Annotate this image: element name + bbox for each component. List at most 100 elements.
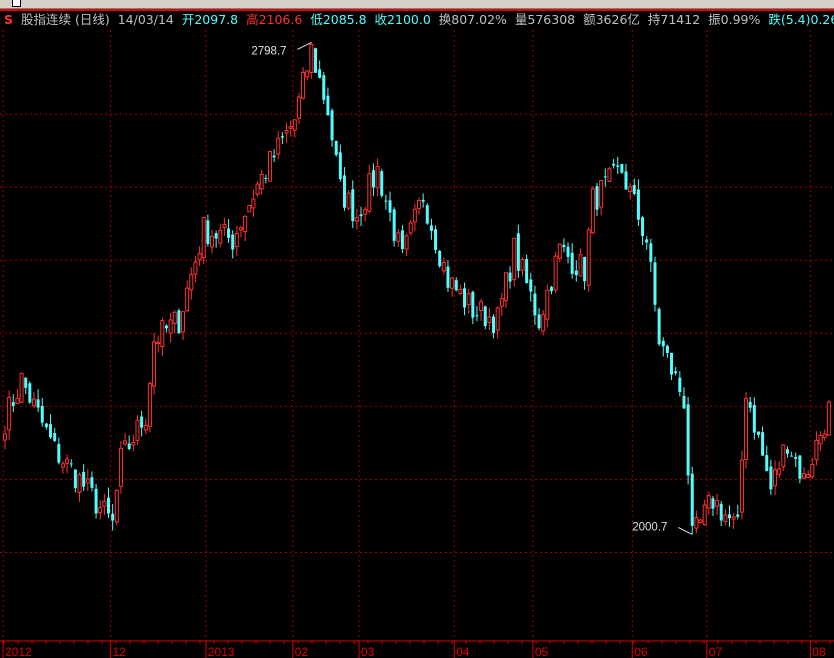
candle-up [193,261,198,275]
candle-up [60,463,65,468]
candle-up [781,444,786,468]
candle-down [686,404,690,476]
min-annotation-leader [678,527,693,535]
candle-up [412,208,417,223]
candle-up [802,473,807,479]
candle-up [777,468,782,475]
candle-down [40,405,44,423]
candle-up [520,259,525,271]
candle-up [243,215,248,232]
candle-down [49,424,53,438]
max-annotation-leader [297,41,312,50]
candle-up [118,447,123,487]
candle-up [495,307,500,331]
candle-down [711,498,715,509]
volume: 量576308 [514,12,576,27]
candle-down [318,69,322,78]
candle-down [603,176,607,178]
candle-up [123,440,128,445]
candle-up [247,204,252,213]
candle-down [475,315,479,317]
candle-up [238,227,243,231]
candle-down [769,466,773,490]
candle-up [814,439,819,461]
candle-down [529,279,533,292]
candle-down [272,155,276,158]
open-price: 开2097.8 [181,12,239,27]
candle-up [85,478,90,484]
candle-down [657,308,661,345]
candle-up [114,489,119,523]
candle-up [553,255,558,291]
candle-up [172,311,177,324]
candle-up [706,495,711,509]
candle-up [189,274,194,291]
candle-down [338,152,342,180]
candle-up [98,507,103,514]
candle-down [280,136,284,138]
candle-up [222,223,227,229]
high-price: 高2106.6 [246,12,303,27]
candle-up [806,474,811,479]
candle-up [744,398,749,461]
x-tick-label: 05 [535,645,549,658]
open-interest: 持71412 [647,12,701,27]
candle-down [421,199,425,202]
candle-up [503,272,508,302]
candle-down [756,431,760,435]
candle-down [533,293,537,316]
candlestick-chart[interactable]: 2012 12 2013 02 03 04 05 06 07 08 2798.7 2000.7 [0,30,834,658]
candle-down [111,513,115,521]
candle-down [438,251,442,267]
candle-down [69,463,73,465]
candle-up [201,217,206,259]
x-tick-label: 04 [456,645,470,658]
candle-down [674,371,678,374]
candle-up [441,261,446,272]
candle-up [143,424,148,431]
candle-up [292,119,297,131]
candle-down [11,402,15,406]
logo-icon: S [4,12,14,27]
candle-up [255,183,260,195]
candle-up [545,289,550,320]
x-tick-label: 06 [634,645,648,658]
x-tick-label: 12 [113,645,127,658]
candle-down [682,395,686,409]
candle-up [301,71,306,99]
candle-up [628,186,633,192]
menu-bar[interactable] [0,0,834,9]
candle-down [632,185,636,194]
x-tick-label: 07 [709,645,723,658]
candle-down [446,266,450,288]
x-tick-label: 02 [295,645,309,658]
candle-down [752,405,756,433]
candle-up [346,192,351,209]
candle-down [359,214,363,217]
quote-info-bar: S 股指连续 (日线) 14/03/14 开2097.8 高2106.6 低20… [0,9,834,30]
candle-down [678,377,682,393]
candle-up [305,70,310,78]
candle-down [645,239,649,243]
candle-up [197,253,202,261]
x-tick-label: 2013 [208,645,235,658]
candle-down [463,288,467,308]
candle-down [649,243,653,262]
candle-down [334,140,338,155]
candle-down [371,170,375,188]
candle-down [785,449,789,454]
candle-down [624,171,628,190]
candle-up [296,96,301,119]
candle-down [206,220,210,245]
candle-down [342,175,346,208]
quote-date: 14/03/14 [117,12,174,27]
candle-down [57,443,61,463]
candle-up [512,237,517,281]
price-change: 跌(5.4)0.26% [768,12,834,27]
candle-up [408,222,413,234]
candle-down [537,314,541,329]
candle-up [375,165,380,189]
candle-down [73,469,77,489]
candle-up [599,180,604,208]
x-tick-label: 2012 [5,645,32,658]
